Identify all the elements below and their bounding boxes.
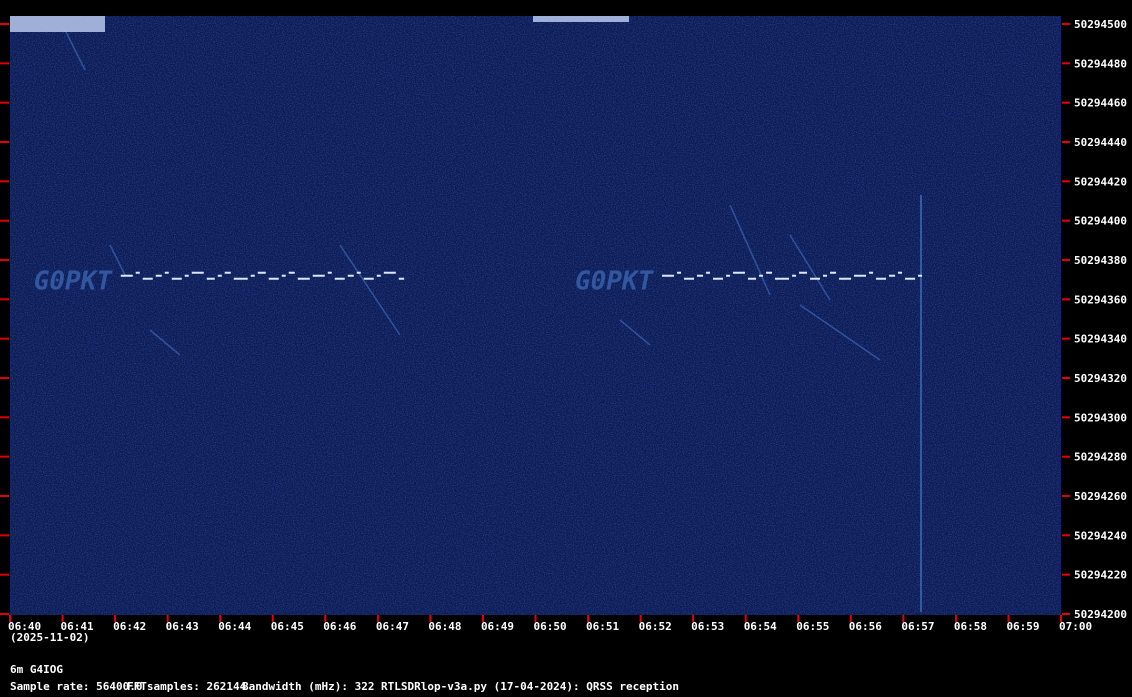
y-tick-label: 50294260: [1074, 490, 1127, 503]
y-tick-label: 50294300: [1074, 411, 1127, 424]
x-tick-label: 06:54: [744, 620, 777, 633]
y-tick-label: 50294460: [1074, 97, 1127, 110]
y-tick-label: 50294240: [1074, 529, 1127, 542]
plot-noise: [10, 16, 1061, 615]
y-tick-label: 50294420: [1074, 175, 1127, 188]
sample-rate-label: Sample rate: 56400.0: [10, 680, 143, 693]
x-tick-label: 06:47: [376, 620, 409, 633]
x-tick-label: 06:44: [218, 620, 251, 633]
x-tick-label: 06:53: [691, 620, 724, 633]
x-tick-label: 06:48: [428, 620, 461, 633]
x-tick-label: 06:55: [796, 620, 829, 633]
x-tick-label: 06:56: [849, 620, 882, 633]
y-tick-label: 50294340: [1074, 333, 1127, 346]
date-label: (2025-11-02): [10, 631, 90, 644]
x-tick-label: 06:59: [1006, 620, 1039, 633]
callsign-trace: G0PKT: [575, 267, 655, 297]
y-tick-label: 50294400: [1074, 215, 1127, 228]
fft-samples-label: FFTsamples: 262144: [127, 680, 247, 693]
station-label: 6m G4IOG: [10, 663, 63, 676]
y-tick-label: 50294500: [1074, 18, 1127, 31]
y-tick-label: 50294320: [1074, 372, 1127, 385]
x-tick-label: 06:42: [113, 620, 146, 633]
bandwidth-label: Bandwidth (mHz): 322: [242, 680, 375, 693]
x-tick-label: 06:57: [901, 620, 934, 633]
x-tick-label: 06:52: [639, 620, 672, 633]
x-tick-label: 06:50: [534, 620, 567, 633]
y-tick-label: 50294480: [1074, 57, 1127, 70]
y-tick-label: 50294220: [1074, 569, 1127, 582]
software-label: RTLSDRlop-v3a.py (17-04-2024): QRSS rece…: [381, 680, 680, 693]
x-tick-label: 06:46: [323, 620, 356, 633]
x-axis: 06:40 06:41 06:42 06:43 06:44 06:45 06:46 06:47…: [8, 615, 1092, 633]
y-tick-label: 50294440: [1074, 136, 1127, 149]
x-tick-label: 06:45: [271, 620, 304, 633]
x-tick-label: 06:43: [166, 620, 199, 633]
x-tick-label: 06:51: [586, 620, 619, 633]
y-tick-label: 50294380: [1074, 254, 1127, 267]
top-edge-blotch: [10, 16, 105, 32]
top-edge-blotch: [533, 16, 629, 22]
x-tick-label: 06:58: [954, 620, 987, 633]
x-tick-label: 06:49: [481, 620, 514, 633]
y-tick-label: 50294280: [1074, 451, 1127, 464]
spectrogram-chart: G0PKT G0PKT 50294500 50294480 50294460 50294…: [0, 16, 1127, 633]
y-tick-label: 50294360: [1074, 293, 1127, 306]
callsign-trace: G0PKT: [34, 267, 114, 297]
x-tick-label: 07:00: [1059, 620, 1092, 633]
